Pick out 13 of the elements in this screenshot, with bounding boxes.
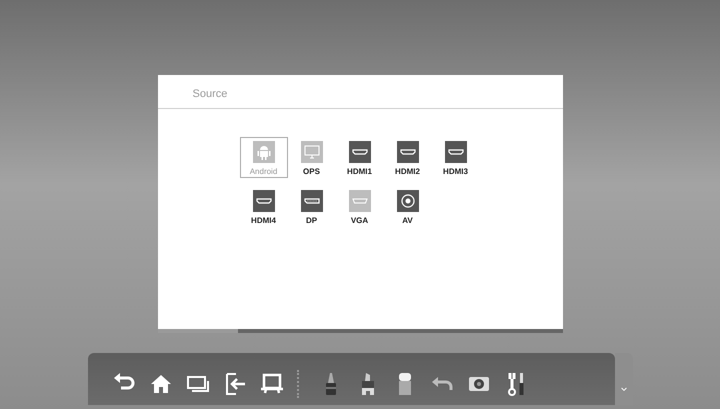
source-option[interactable]: HDMI1 [336, 137, 384, 178]
source-option[interactable]: HDMI2 [384, 137, 432, 178]
input-icon [223, 372, 247, 396]
source-option[interactable]: VGA [336, 186, 384, 227]
source-option[interactable]: HDMI3 [432, 137, 480, 178]
source-option[interactable]: DP [288, 186, 336, 227]
source-option[interactable]: AV [384, 186, 432, 227]
source-option[interactable]: OPS [288, 137, 336, 178]
home-icon [149, 372, 173, 396]
chevron-down-icon [620, 386, 626, 393]
dialog-title: Source [192, 88, 228, 100]
source-option[interactable]: HDMI4 [240, 186, 288, 227]
monitor-icon [260, 372, 284, 396]
